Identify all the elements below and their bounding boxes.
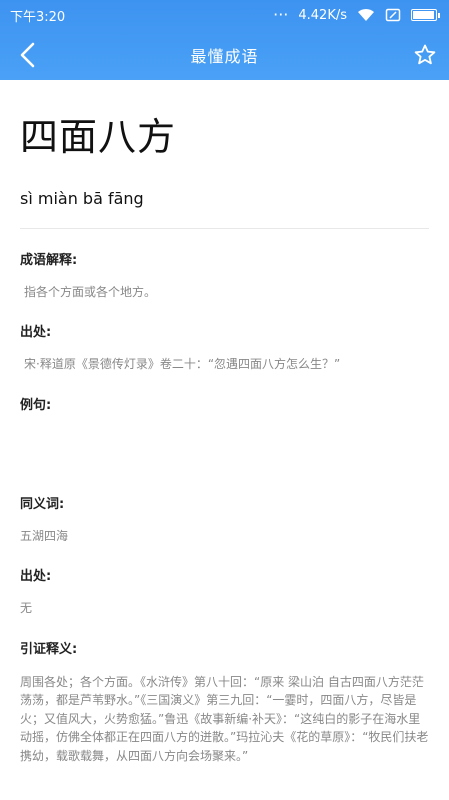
sim-icon bbox=[385, 8, 401, 22]
wifi-icon bbox=[358, 8, 374, 21]
chevron-left-icon bbox=[20, 42, 35, 68]
synonym-label: 同义词: bbox=[20, 496, 65, 512]
origin-label: 出处: bbox=[20, 569, 52, 585]
network-speed: 4.42K/s bbox=[298, 7, 347, 23]
source-text: 宋·释道原《景德传灯录》卷二十：“忽遇四面八方怎么生？” bbox=[24, 357, 341, 372]
status-time: 下午3:20 bbox=[10, 9, 66, 25]
example-text bbox=[20, 429, 429, 473]
origin-text: 无 bbox=[20, 601, 33, 616]
source-section: 出处: 宋·释道原《景德传灯录》卷二十：“忽遇四面八方怎么生？” bbox=[20, 321, 429, 373]
example-section: 例句: bbox=[20, 394, 429, 473]
example-label: 例句: bbox=[20, 397, 52, 413]
idiom-detail: 四面八方 sì miàn bā fāng 成语解释: 指各个方面或各个地方。 出… bbox=[0, 80, 449, 800]
cited-label: 引证释义: bbox=[20, 641, 78, 657]
back-button[interactable] bbox=[12, 40, 42, 70]
favorite-button[interactable] bbox=[409, 39, 441, 71]
more-dots-icon: ··· bbox=[273, 5, 289, 24]
nav-bar: 最懂成语 bbox=[0, 30, 449, 80]
idiom-pinyin: sì miàn bā fāng bbox=[20, 189, 429, 229]
synonym-text: 五湖四海 bbox=[20, 528, 69, 543]
battery-icon bbox=[411, 9, 440, 21]
synonym-section: 同义词: 五湖四海 bbox=[20, 493, 429, 545]
cited-text: 周围各处；各个方面。《水浒传》第八十回：“原来 梁山泊 自古四面八方茫茫荡荡，都… bbox=[20, 674, 429, 763]
star-icon bbox=[414, 44, 436, 65]
idiom-word: 四面八方 bbox=[20, 115, 177, 159]
origin-section: 出处: 无 bbox=[20, 565, 429, 617]
status-indicators: ··· 4.42K/s bbox=[273, 5, 440, 24]
meaning-section: 成语解释: 指各个方面或各个地方。 bbox=[20, 249, 429, 301]
top-bar: 下午3:20 ··· 4.42K/s 最懂成语 bbox=[0, 0, 449, 80]
status-bar: 下午3:20 ··· 4.42K/s bbox=[0, 0, 449, 30]
source-label: 出处: bbox=[20, 325, 52, 341]
page-title: 最懂成语 bbox=[190, 47, 259, 66]
meaning-text: 指各个方面或各个地方。 bbox=[24, 285, 157, 299]
meaning-label: 成语解释: bbox=[20, 253, 78, 268]
cited-section: 引证释义: 周围各处；各个方面。《水浒传》第八十回：“原来 梁山泊 自古四面八方… bbox=[20, 638, 429, 766]
